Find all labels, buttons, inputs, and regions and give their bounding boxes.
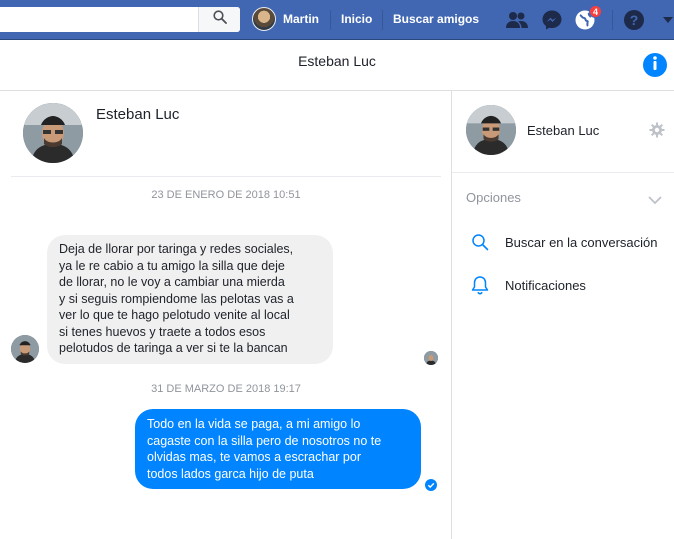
search-icon	[466, 230, 494, 254]
sidebar-contact-name: Esteban Luc	[527, 123, 600, 138]
search-option-label: Buscar en la conversación	[505, 234, 658, 250]
message-text-line: de llorar, no le voy a cambiar una mierd…	[59, 275, 285, 289]
conversation-header: Esteban Luc	[0, 41, 674, 91]
message-text-line: pelotudos de taringa a ver si te la banc…	[59, 341, 288, 355]
find-friends-link[interactable]: Buscar amigos	[393, 12, 479, 26]
profile-link[interactable]: Martin	[283, 12, 319, 26]
nav-divider	[330, 10, 331, 30]
delivered-check-icon	[425, 478, 437, 496]
sender-avatar[interactable]	[11, 335, 39, 363]
info-icon	[643, 51, 667, 80]
message-text-line: ver lo que te hago pelotudo venite al lo…	[59, 308, 290, 322]
outgoing-message-bubble[interactable]: Todo en la vida se paga, a mi amigo lo c…	[135, 409, 421, 489]
sidebar-divider	[452, 172, 674, 173]
message-text-line: si tenes huevos y traete a todos esos	[59, 324, 266, 339]
user-avatar[interactable]	[252, 7, 276, 31]
top-navigation-bar: Martin Inicio Buscar amigos 4 ?	[0, 0, 674, 40]
options-chevron-icon[interactable]	[648, 192, 662, 210]
nav-divider	[382, 10, 383, 30]
svg-text:?: ?	[630, 12, 639, 28]
conversation-title: Esteban Luc	[298, 53, 376, 69]
seen-receipt-avatar	[424, 351, 438, 365]
info-button[interactable]	[643, 53, 667, 77]
sidebar-contact-avatar[interactable]	[466, 105, 516, 155]
message-text-line: Todo en la vida se paga, a mi amigo lo	[147, 417, 361, 431]
message-text-line: cagaste con la silla pero de nosotros no…	[147, 433, 382, 448]
search-in-conversation-option[interactable]: Buscar en la conversación	[466, 230, 671, 254]
notifications-option-label: Notificaciones	[505, 277, 586, 293]
bell-icon	[466, 273, 494, 297]
date-separator: 31 DE MARZO DE 2018 19:17	[151, 383, 301, 395]
contact-name: Esteban Luc	[96, 106, 180, 123]
message-text-line: olvidas mas, te vamos a escrachar por	[147, 450, 361, 464]
home-link[interactable]: Inicio	[341, 12, 372, 26]
friend-requests-icon[interactable]	[505, 8, 529, 32]
message-text-line: ya le re cabio a tu amigo la silla que d…	[59, 258, 285, 273]
notifications-option[interactable]: Notificaciones	[466, 273, 671, 297]
contact-avatar-large[interactable]	[23, 103, 83, 163]
search-button[interactable]	[198, 7, 240, 32]
account-menu-chevron-icon[interactable]	[656, 8, 674, 32]
nav-divider	[612, 10, 613, 30]
message-text-line: y si seguis rompiendome las pelotas vas …	[59, 291, 294, 306]
date-separator: 23 DE ENERO DE 2018 10:51	[151, 189, 301, 201]
profile-divider	[11, 176, 441, 177]
message-text-line: todos lados garca hijo de puta	[147, 466, 314, 481]
settings-gear-icon[interactable]	[649, 122, 665, 143]
help-icon[interactable]: ?	[622, 8, 646, 32]
messenger-icon[interactable]	[540, 8, 564, 32]
options-section-label[interactable]: Opciones	[466, 190, 521, 205]
notifications-badge: 4	[589, 5, 603, 18]
search-icon	[212, 10, 227, 29]
incoming-message-bubble[interactable]: Deja de llorar por taringa y redes socia…	[47, 235, 333, 364]
message-text-line: Deja de llorar por taringa y redes socia…	[59, 242, 294, 256]
conversation-details-panel	[451, 91, 674, 539]
